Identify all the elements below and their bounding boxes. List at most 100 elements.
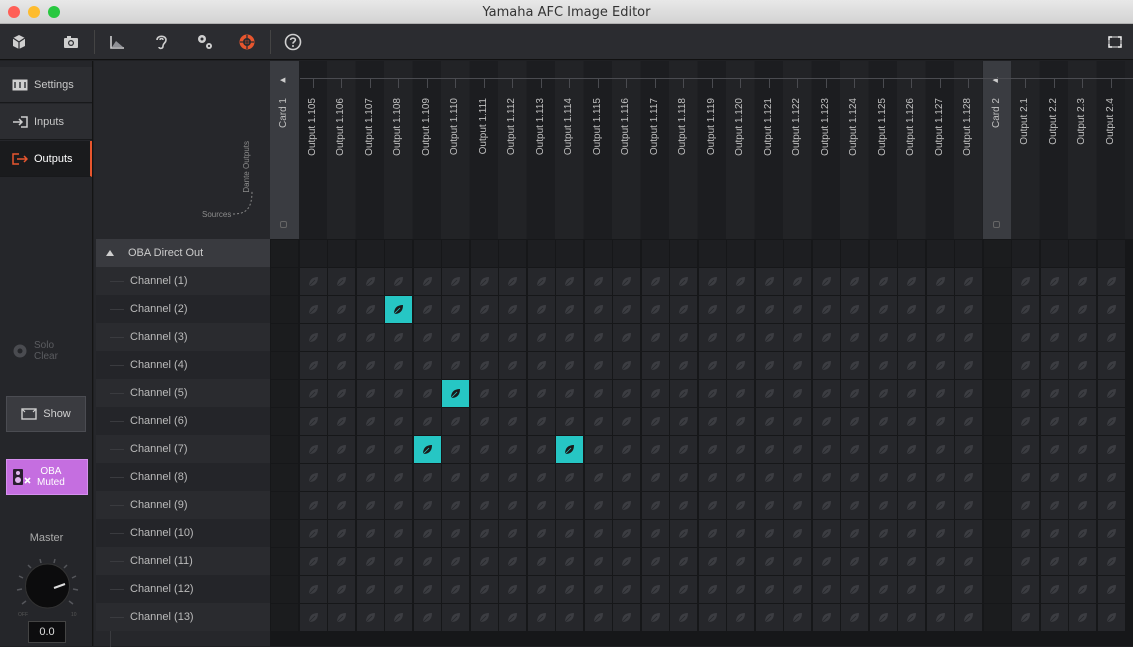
- routing-cell[interactable]: [385, 436, 412, 463]
- routing-cell[interactable]: [812, 548, 840, 575]
- channel-row[interactable]: Channel (4): [96, 351, 270, 379]
- routing-cell[interactable]: [556, 324, 583, 351]
- routing-cell[interactable]: [299, 352, 327, 379]
- routing-cell[interactable]: [812, 352, 840, 379]
- routing-cell[interactable]: [556, 296, 583, 323]
- master-value-field[interactable]: 0.0: [28, 621, 66, 643]
- routing-cell[interactable]: [470, 520, 498, 547]
- routing-cell[interactable]: [841, 436, 868, 463]
- routing-cell[interactable]: [413, 492, 441, 519]
- routing-cell[interactable]: [470, 492, 498, 519]
- routing-cell[interactable]: [670, 296, 697, 323]
- routing-cell[interactable]: [926, 380, 954, 407]
- routing-cell[interactable]: [955, 352, 982, 379]
- routing-cell[interactable]: [470, 576, 498, 603]
- routing-cell[interactable]: [413, 352, 441, 379]
- routing-cell[interactable]: [1069, 268, 1096, 295]
- routing-cell[interactable]: [584, 492, 612, 519]
- routing-cell[interactable]: [670, 520, 697, 547]
- routing-cell[interactable]: [1069, 240, 1096, 267]
- routing-cell-active[interactable]: [385, 296, 412, 323]
- routing-cell[interactable]: [727, 436, 754, 463]
- routing-cell[interactable]: [556, 548, 583, 575]
- routing-cell[interactable]: [841, 548, 868, 575]
- routing-cell[interactable]: [1097, 576, 1125, 603]
- routing-cell[interactable]: [812, 324, 840, 351]
- routing-cell[interactable]: [584, 268, 612, 295]
- routing-cell[interactable]: [698, 436, 726, 463]
- routing-cell[interactable]: [527, 240, 555, 267]
- routing-cell[interactable]: [271, 576, 298, 603]
- routing-cell[interactable]: [955, 296, 982, 323]
- card-column-header[interactable]: [270, 61, 299, 239]
- routing-cell[interactable]: [869, 408, 897, 435]
- routing-cell[interactable]: [755, 240, 783, 267]
- routing-cell[interactable]: [385, 240, 412, 267]
- routing-cell[interactable]: [926, 436, 954, 463]
- routing-cell[interactable]: [898, 576, 925, 603]
- routing-cell[interactable]: [527, 604, 555, 631]
- routing-cell[interactable]: [926, 268, 954, 295]
- routing-cell[interactable]: [983, 240, 1011, 267]
- routing-cell[interactable]: [670, 240, 697, 267]
- routing-cell[interactable]: [755, 464, 783, 491]
- routing-cell[interactable]: [670, 464, 697, 491]
- routing-cell[interactable]: [670, 492, 697, 519]
- routing-cell[interactable]: [299, 240, 327, 267]
- routing-cell[interactable]: [613, 492, 640, 519]
- routing-cell[interactable]: [869, 296, 897, 323]
- routing-cell[interactable]: [356, 296, 384, 323]
- routing-cell[interactable]: [1097, 464, 1125, 491]
- routing-cell[interactable]: [613, 576, 640, 603]
- routing-cell[interactable]: [584, 408, 612, 435]
- routing-cell[interactable]: [983, 576, 1011, 603]
- routing-cell[interactable]: [1012, 268, 1039, 295]
- outputs-nav-button[interactable]: Outputs: [0, 141, 92, 177]
- routing-cell[interactable]: [527, 548, 555, 575]
- routing-cell[interactable]: [328, 576, 355, 603]
- routing-cell[interactable]: [1040, 548, 1068, 575]
- routing-cell[interactable]: [1012, 408, 1039, 435]
- routing-cell[interactable]: [271, 464, 298, 491]
- routing-cell[interactable]: [670, 324, 697, 351]
- routing-cell[interactable]: [727, 520, 754, 547]
- routing-cell[interactable]: [955, 240, 982, 267]
- routing-cell[interactable]: [898, 436, 925, 463]
- routing-cell[interactable]: [755, 352, 783, 379]
- routing-cell[interactable]: [527, 408, 555, 435]
- routing-cell[interactable]: [869, 464, 897, 491]
- routing-cell[interactable]: [413, 296, 441, 323]
- routing-cell[interactable]: [755, 380, 783, 407]
- routing-cell[interactable]: [556, 268, 583, 295]
- routing-cell[interactable]: [812, 268, 840, 295]
- routing-cell[interactable]: [670, 604, 697, 631]
- routing-cell[interactable]: [328, 492, 355, 519]
- routing-cell[interactable]: [926, 520, 954, 547]
- routing-cell[interactable]: [983, 296, 1011, 323]
- routing-cell[interactable]: [470, 380, 498, 407]
- routing-cell[interactable]: [1012, 520, 1039, 547]
- speaker-routing-button[interactable]: [230, 24, 264, 60]
- routing-cell[interactable]: [356, 548, 384, 575]
- routing-cell[interactable]: [1040, 464, 1068, 491]
- routing-cell[interactable]: [983, 492, 1011, 519]
- routing-cell[interactable]: [1012, 352, 1039, 379]
- routing-cell[interactable]: [613, 464, 640, 491]
- routing-cell[interactable]: [784, 240, 811, 267]
- routing-cell[interactable]: [413, 380, 441, 407]
- routing-cell[interactable]: [641, 268, 669, 295]
- routing-cell[interactable]: [841, 352, 868, 379]
- routing-cell[interactable]: [328, 380, 355, 407]
- routing-cell[interactable]: [299, 268, 327, 295]
- routing-cell[interactable]: [727, 324, 754, 351]
- routing-cell[interactable]: [841, 576, 868, 603]
- routing-cell[interactable]: [898, 268, 925, 295]
- routing-cell[interactable]: [613, 604, 640, 631]
- routing-cell[interactable]: [641, 576, 669, 603]
- routing-cell[interactable]: [1097, 548, 1125, 575]
- routing-cell[interactable]: [641, 324, 669, 351]
- routing-cell[interactable]: [755, 492, 783, 519]
- routing-cell[interactable]: [356, 604, 384, 631]
- routing-cell[interactable]: [613, 408, 640, 435]
- routing-cell[interactable]: [385, 268, 412, 295]
